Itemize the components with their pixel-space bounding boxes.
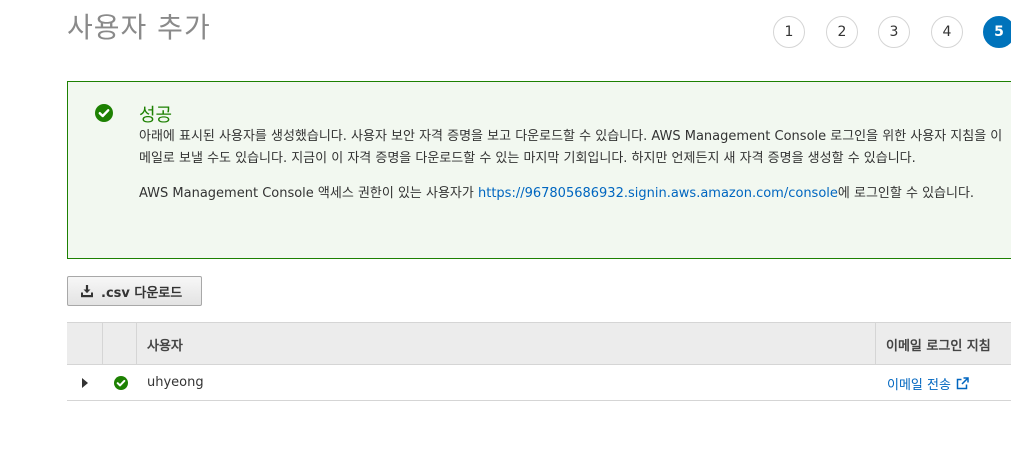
page-title: 사용자 추가 <box>67 11 211 44</box>
add-user-page: 사용자 추가 1 2 3 4 5 성공 아래에 표시된 사용자를 생성했습니다.… <box>0 0 1011 457</box>
alert-body: 아래에 표시된 사용자를 생성했습니다. 사용자 보안 자격 증명을 보고 다운… <box>139 126 1009 205</box>
check-circle-icon <box>95 104 113 122</box>
alert-message: 아래에 표시된 사용자를 생성했습니다. 사용자 보안 자격 증명을 보고 다운… <box>139 129 1003 166</box>
header-status-column <box>103 323 137 364</box>
step-3[interactable]: 3 <box>878 16 910 48</box>
alert-title: 성공 <box>139 105 173 126</box>
success-alert: 성공 아래에 표시된 사용자를 생성했습니다. 사용자 보안 자격 증명을 보고… <box>67 81 1011 259</box>
send-email-label: 이메일 전송 <box>887 378 951 393</box>
expand-row-icon[interactable] <box>82 378 88 388</box>
alert-console-info: AWS Management Console 액세스 권한이 있는 사용자가 h… <box>139 183 1009 205</box>
header-expand-column <box>67 323 103 364</box>
step-1[interactable]: 1 <box>773 16 805 48</box>
download-csv-button[interactable]: .csv 다운로드 <box>67 276 202 306</box>
row-username: uhyeong <box>147 375 204 390</box>
download-csv-label: .csv 다운로드 <box>101 285 183 301</box>
header-email-instructions[interactable]: 이메일 로그인 지침 <box>876 323 1011 364</box>
console-info-prefix: AWS Management Console 액세스 권한이 있는 사용자가 <box>139 186 478 201</box>
console-signin-link[interactable]: https://967805686932.signin.aws.amazon.c… <box>478 186 838 201</box>
wizard-steps: 1 2 3 4 5 <box>772 16 1011 52</box>
header-user[interactable]: 사용자 <box>137 323 876 364</box>
external-link-icon <box>956 377 969 390</box>
step-4[interactable]: 4 <box>931 16 963 48</box>
table-header: 사용자 이메일 로그인 지침 <box>67 322 1011 365</box>
console-info-suffix: 에 로그인할 수 있습니다. <box>837 186 975 201</box>
send-email-link[interactable]: 이메일 전송 <box>887 374 969 393</box>
step-5-current[interactable]: 5 <box>983 16 1011 48</box>
step-2[interactable]: 2 <box>826 16 858 48</box>
table-row: uhyeong 이메일 전송 <box>67 365 1011 401</box>
check-circle-icon <box>114 376 128 390</box>
users-table: 사용자 이메일 로그인 지침 uhyeong 이메일 전송 <box>67 322 1011 401</box>
download-icon <box>81 285 93 298</box>
